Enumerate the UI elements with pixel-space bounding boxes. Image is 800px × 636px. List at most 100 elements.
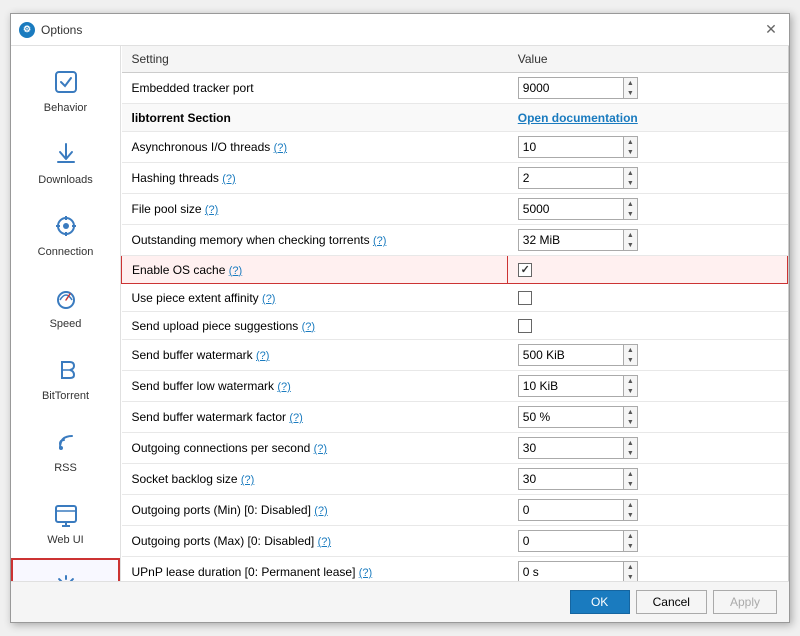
spinbox-down[interactable]: ▼ — [624, 178, 637, 188]
setting-cell: Send buffer watermark factor (?) — [122, 402, 508, 433]
spinbox-up[interactable]: ▲ — [624, 531, 637, 541]
ok-button[interactable]: OK — [570, 590, 630, 614]
sidebar-item-connection[interactable]: Connection — [11, 198, 120, 270]
spinbox-down[interactable]: ▼ — [624, 88, 637, 98]
value-cell: ▲ ▼ — [508, 402, 788, 433]
sidebar-item-bittorrent[interactable]: BitTorrent — [11, 342, 120, 414]
spinbox-down[interactable]: ▼ — [624, 572, 637, 581]
apply-button[interactable]: Apply — [713, 590, 777, 614]
spinbox-up[interactable]: ▲ — [624, 500, 637, 510]
checkbox-input[interactable] — [518, 291, 532, 305]
table-row: Embedded tracker port ▲ ▼ — [122, 73, 788, 104]
spinbox-arrows: ▲ ▼ — [623, 438, 637, 458]
value-cell: ▲ ▼ — [508, 464, 788, 495]
checkbox-input[interactable] — [518, 263, 532, 277]
spinbox-input[interactable] — [519, 500, 623, 520]
spinbox-up[interactable]: ▲ — [624, 199, 637, 209]
spinbox-down[interactable]: ▼ — [624, 147, 637, 157]
spinbox-down[interactable]: ▼ — [624, 417, 637, 427]
help-link[interactable]: (?) — [262, 293, 275, 305]
spinbox-input[interactable] — [519, 199, 623, 219]
spinbox-down[interactable]: ▼ — [624, 448, 637, 458]
webui-label: Web UI — [47, 534, 83, 546]
spinbox-input[interactable] — [519, 345, 623, 365]
help-link[interactable]: (?) — [229, 265, 242, 277]
help-link[interactable]: (?) — [359, 567, 372, 579]
spinbox-arrows: ▲ ▼ — [623, 199, 637, 219]
spinbox-up[interactable]: ▲ — [624, 168, 637, 178]
cancel-button[interactable]: Cancel — [636, 590, 707, 614]
spinbox-down[interactable]: ▼ — [624, 386, 637, 396]
spinbox-arrows: ▲ ▼ — [623, 469, 637, 489]
sidebar-item-advanced[interactable]: Advanced — [11, 558, 120, 581]
spinbox-input[interactable] — [519, 407, 623, 427]
help-link[interactable]: (?) — [205, 204, 218, 216]
value-cell: ▲ ▼ — [508, 163, 788, 194]
sidebar: Behavior Downloads — [11, 46, 121, 581]
checkbox-input[interactable] — [518, 319, 532, 333]
help-link[interactable]: (?) — [277, 381, 290, 393]
help-link[interactable]: (?) — [314, 505, 327, 517]
spinbox-input[interactable] — [519, 438, 623, 458]
help-link[interactable]: (?) — [241, 474, 254, 486]
table-row: Send buffer watermark factor (?) ▲ ▼ — [122, 402, 788, 433]
spinbox: ▲ ▼ — [518, 198, 638, 220]
spinbox-down[interactable]: ▼ — [624, 510, 637, 520]
spinbox-up[interactable]: ▲ — [624, 376, 637, 386]
sidebar-item-downloads[interactable]: Downloads — [11, 126, 120, 198]
setting-cell: File pool size (?) — [122, 194, 508, 225]
spinbox-input[interactable] — [519, 137, 623, 157]
spinbox-input[interactable] — [519, 469, 623, 489]
spinbox-down[interactable]: ▼ — [624, 209, 637, 219]
spinbox-up[interactable]: ▲ — [624, 230, 637, 240]
spinbox-arrows: ▲ ▼ — [623, 230, 637, 250]
help-link[interactable]: (?) — [302, 321, 315, 333]
spinbox-input[interactable] — [519, 230, 623, 250]
value-cell: ▲ ▼ — [508, 495, 788, 526]
spinbox-up[interactable]: ▲ — [624, 469, 637, 479]
help-link[interactable]: (?) — [314, 443, 327, 455]
spinbox-up[interactable]: ▲ — [624, 407, 637, 417]
value-cell: ▲ ▼ — [508, 557, 788, 582]
help-link[interactable]: (?) — [318, 536, 331, 548]
spinbox-down[interactable]: ▼ — [624, 240, 637, 250]
help-link[interactable]: (?) — [373, 235, 386, 247]
spinbox-input[interactable] — [519, 562, 623, 581]
table-row: Send buffer watermark (?) ▲ ▼ — [122, 340, 788, 371]
sidebar-item-webui[interactable]: Web UI — [11, 486, 120, 558]
webui-icon — [50, 498, 82, 530]
spinbox-down[interactable]: ▼ — [624, 355, 637, 365]
title-bar-left: ⚙ Options — [19, 22, 82, 38]
sidebar-item-behavior[interactable]: Behavior — [11, 54, 120, 126]
spinbox-input[interactable] — [519, 376, 623, 396]
spinbox-input[interactable] — [519, 168, 623, 188]
help-link[interactable]: (?) — [274, 142, 287, 154]
table-row: Send buffer low watermark (?) ▲ ▼ — [122, 371, 788, 402]
spinbox-up[interactable]: ▲ — [624, 78, 637, 88]
help-link[interactable]: (?) — [256, 350, 269, 362]
close-button[interactable]: ✕ — [761, 20, 781, 40]
spinbox-up[interactable]: ▲ — [624, 438, 637, 448]
section-link-cell[interactable]: Open documentation — [508, 104, 788, 132]
spinbox-up[interactable]: ▲ — [624, 137, 637, 147]
sidebar-item-speed[interactable]: Speed — [11, 270, 120, 342]
help-link[interactable]: (?) — [222, 173, 235, 185]
section-setting-cell: libtorrent Section — [122, 104, 508, 132]
spinbox-down[interactable]: ▼ — [624, 541, 637, 551]
settings-table-area[interactable]: Setting Value Embedded tracker port ▲ ▼ … — [121, 46, 789, 581]
downloads-icon — [50, 138, 82, 170]
spinbox-up[interactable]: ▲ — [624, 345, 637, 355]
spinbox-input[interactable] — [519, 78, 623, 98]
setting-cell: Socket backlog size (?) — [122, 464, 508, 495]
help-link[interactable]: (?) — [289, 412, 302, 424]
sidebar-item-rss[interactable]: RSS — [11, 414, 120, 486]
spinbox-input[interactable] — [519, 531, 623, 551]
spinbox-arrows: ▲ ▼ — [623, 376, 637, 396]
spinbox-up[interactable]: ▲ — [624, 562, 637, 572]
spinbox-arrows: ▲ ▼ — [623, 168, 637, 188]
spinbox-down[interactable]: ▼ — [624, 479, 637, 489]
footer: OK Cancel Apply — [11, 581, 789, 622]
bittorrent-label: BitTorrent — [42, 390, 89, 402]
spinbox-arrows: ▲ ▼ — [623, 562, 637, 581]
table-row: Outgoing ports (Max) [0: Disabled] (?) ▲… — [122, 526, 788, 557]
